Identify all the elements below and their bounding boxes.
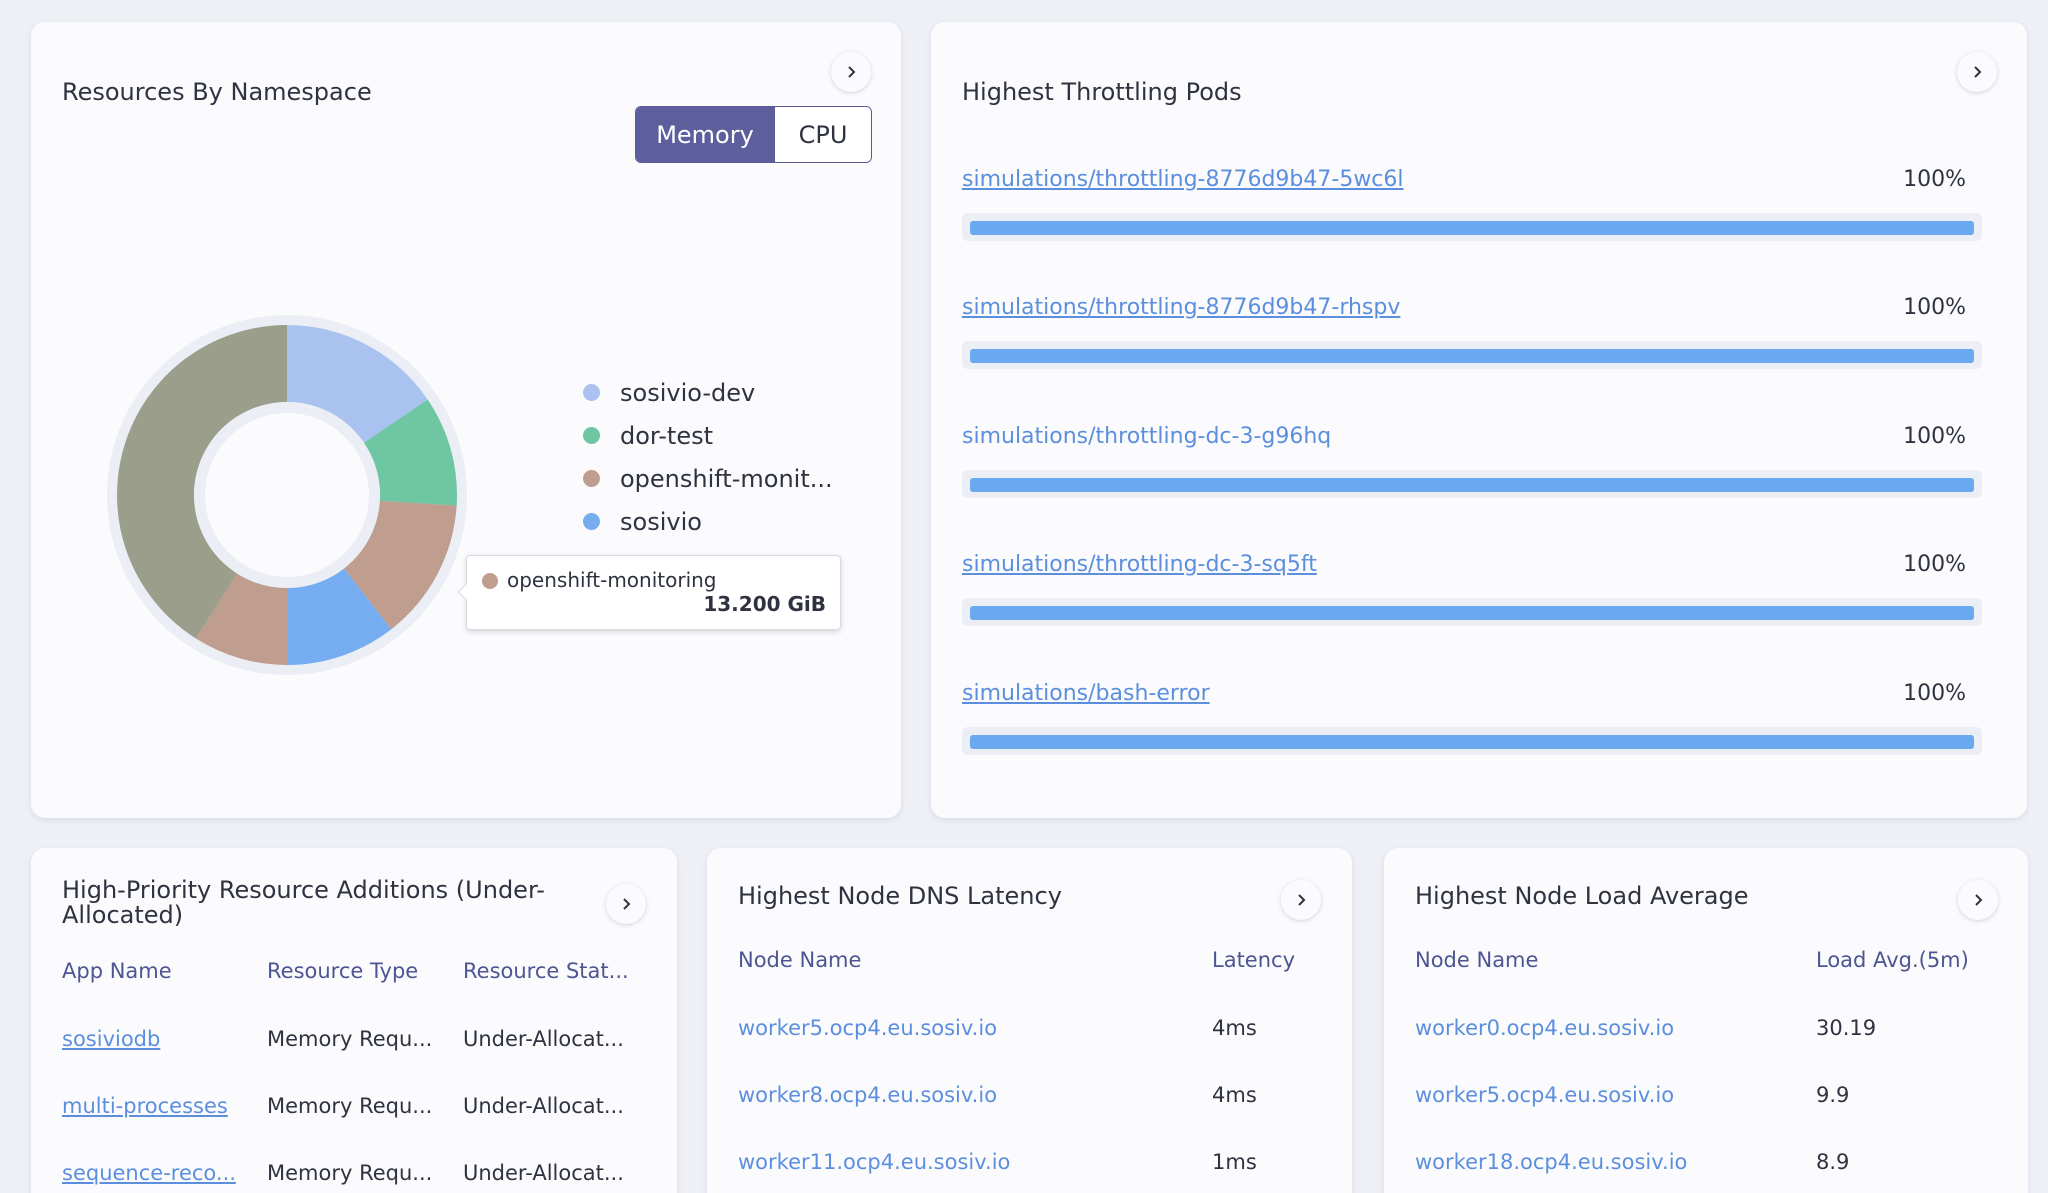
latency-cell: 1ms: [1212, 1150, 1257, 1174]
column-header-resource-status[interactable]: Resource Stat...: [463, 959, 629, 983]
legend-dot: [583, 384, 600, 401]
node-link[interactable]: worker8.ocp4.eu.sosiv.io: [738, 1083, 997, 1107]
legend-label: openshift-monit...: [620, 464, 833, 493]
app-link[interactable]: sosiviodb: [62, 1027, 160, 1051]
column-header-load-avg[interactable]: Load Avg.(5m): [1816, 948, 1969, 972]
column-header-node-name[interactable]: Node Name: [738, 948, 861, 972]
chevron-right-icon[interactable]: [1957, 52, 1997, 92]
pod-link[interactable]: simulations/throttling-8776d9b47-rhspv: [962, 295, 1400, 320]
column-header-node-name[interactable]: Node Name: [1415, 948, 1538, 972]
progress-fill: [970, 478, 1974, 492]
pod-percent: 100%: [1903, 424, 1966, 449]
chevron-right-icon[interactable]: [1281, 880, 1321, 920]
pod-row: simulations/bash-error 100%: [962, 681, 1982, 771]
memory-toggle-button[interactable]: Memory: [636, 107, 774, 162]
column-header-resource-type[interactable]: Resource Type: [267, 959, 418, 983]
chevron-right-icon[interactable]: [831, 52, 871, 92]
legend-label: dor-test: [620, 421, 713, 450]
progress-fill: [970, 735, 1974, 749]
load-avg-cell: 30.19: [1816, 1016, 1877, 1040]
column-header-latency[interactable]: Latency: [1212, 948, 1295, 972]
resource-status-cell: Under-Allocat...: [463, 1027, 624, 1051]
legend-dot: [583, 470, 600, 487]
namespace-donut-chart[interactable]: [104, 312, 470, 678]
latency-cell: 4ms: [1212, 1016, 1257, 1040]
pod-row: simulations/throttling-dc-3-g96hq 100%: [962, 424, 1982, 514]
node-link[interactable]: worker18.ocp4.eu.sosiv.io: [1415, 1150, 1687, 1174]
legend-dot: [583, 513, 600, 530]
pod-row: simulations/throttling-8776d9b47-5wc6l 1…: [962, 167, 1982, 257]
node-link[interactable]: worker0.ocp4.eu.sosiv.io: [1415, 1016, 1674, 1040]
pod-link[interactable]: simulations/bash-error: [962, 681, 1210, 706]
progress-track: [962, 598, 1982, 626]
node-link[interactable]: worker11.ocp4.eu.sosiv.io: [738, 1150, 1010, 1174]
donut-legend: sosivio-dev dor-test openshift-monit... …: [583, 371, 833, 543]
highest-node-dns-latency-card: Highest Node DNS Latency Node Name Laten…: [707, 848, 1352, 1193]
resource-status-cell: Under-Allocat...: [463, 1161, 624, 1185]
pod-link[interactable]: simulations/throttling-8776d9b47-5wc6l: [962, 167, 1404, 192]
pod-percent: 100%: [1903, 681, 1966, 706]
tooltip-dot: [482, 573, 498, 589]
chevron-right-icon[interactable]: [1958, 880, 1998, 920]
donut-tooltip: openshift-monitoring 13.200 GiB: [457, 555, 841, 630]
pod-row: simulations/throttling-8776d9b47-rhspv 1…: [962, 295, 1982, 385]
resource-type-cell: Memory Requ...: [267, 1027, 433, 1051]
card-title: Highest Node DNS Latency: [738, 882, 1062, 910]
legend-item[interactable]: dor-test: [583, 414, 833, 457]
card-title: Highest Node Load Average: [1415, 882, 1749, 910]
legend-item[interactable]: sosivio-dev: [583, 371, 833, 414]
card-title: High-Priority Resource Additions (Under-…: [62, 876, 545, 930]
highest-node-load-average-card: Highest Node Load Average Node Name Load…: [1384, 848, 2028, 1193]
highest-throttling-pods-card: Highest Throttling Pods simulations/thro…: [931, 22, 2027, 818]
progress-fill: [970, 349, 1974, 363]
load-avg-cell: 8.9: [1816, 1150, 1850, 1174]
legend-item[interactable]: openshift-monit...: [583, 457, 833, 500]
progress-fill: [970, 221, 1974, 235]
progress-track: [962, 470, 1982, 498]
pod-link[interactable]: simulations/throttling-dc-3-g96hq: [962, 424, 1331, 449]
latency-cell: 4ms: [1212, 1083, 1257, 1107]
cpu-toggle-button[interactable]: CPU: [774, 107, 871, 162]
resource-status-cell: Under-Allocat...: [463, 1094, 624, 1118]
app-link[interactable]: multi-processes: [62, 1094, 228, 1118]
column-header-app-name[interactable]: App Name: [62, 959, 172, 983]
card-title: Resources By Namespace: [62, 78, 372, 106]
app-link[interactable]: sequence-reco...: [62, 1161, 236, 1185]
chevron-right-icon[interactable]: [606, 884, 646, 924]
tooltip-value: 13.200 GiB: [703, 592, 826, 616]
pod-percent: 100%: [1903, 552, 1966, 577]
pod-percent: 100%: [1903, 295, 1966, 320]
pod-link[interactable]: simulations/throttling-dc-3-sq5ft: [962, 552, 1317, 577]
node-link[interactable]: worker5.ocp4.eu.sosiv.io: [738, 1016, 997, 1040]
legend-label: sosivio: [620, 507, 702, 536]
legend-dot: [583, 427, 600, 444]
resource-type-cell: Memory Requ...: [267, 1094, 433, 1118]
metric-toggle: Memory CPU: [635, 106, 872, 163]
progress-track: [962, 213, 1982, 241]
tooltip-name: openshift-monitoring: [507, 568, 717, 592]
pod-row: simulations/throttling-dc-3-sq5ft 100%: [962, 552, 1982, 642]
node-link[interactable]: worker5.ocp4.eu.sosiv.io: [1415, 1083, 1674, 1107]
legend-item[interactable]: sosivio: [583, 500, 833, 543]
pod-percent: 100%: [1903, 167, 1966, 192]
load-avg-cell: 9.9: [1816, 1083, 1850, 1107]
high-priority-resource-additions-card: High-Priority Resource Additions (Under-…: [31, 848, 677, 1193]
resource-type-cell: Memory Requ...: [267, 1161, 433, 1185]
progress-track: [962, 341, 1982, 369]
card-title: Highest Throttling Pods: [962, 78, 1242, 106]
resources-by-namespace-card: Resources By Namespace Memory CPU sosivi…: [31, 22, 901, 818]
progress-track: [962, 727, 1982, 755]
progress-fill: [970, 606, 1974, 620]
legend-label: sosivio-dev: [620, 378, 756, 407]
